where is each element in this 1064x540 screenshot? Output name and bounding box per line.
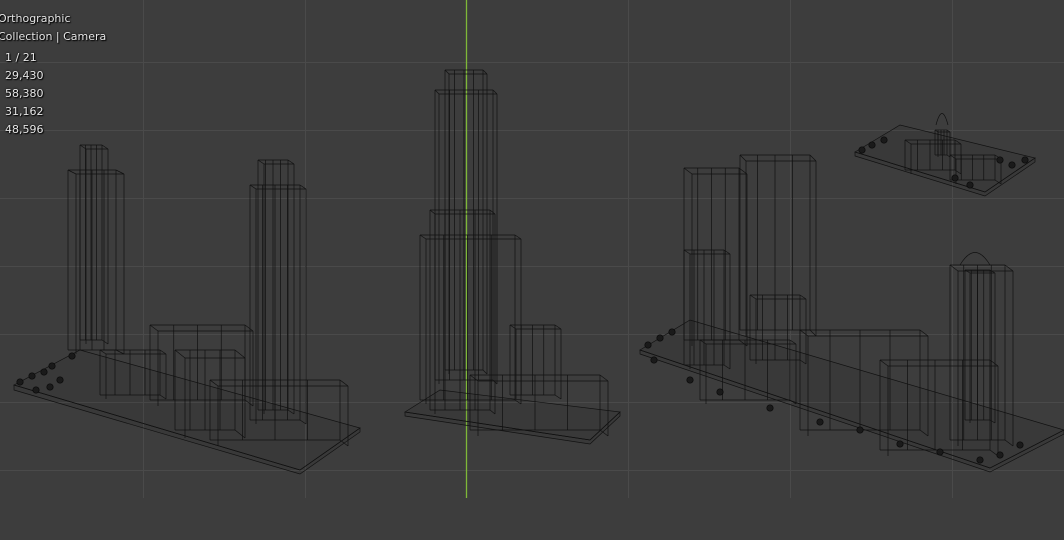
base-plate xyxy=(13,349,361,471)
model-small xyxy=(854,113,1036,197)
cupola xyxy=(935,113,949,126)
tree xyxy=(716,388,724,396)
tree xyxy=(966,181,974,189)
tree xyxy=(858,146,866,154)
viewport-scene xyxy=(0,0,1064,498)
tree xyxy=(28,372,36,380)
tree xyxy=(951,174,959,182)
tree xyxy=(686,376,694,384)
tree xyxy=(996,451,1004,459)
tree xyxy=(936,448,944,456)
tree xyxy=(856,426,864,434)
tree xyxy=(766,404,774,412)
tree xyxy=(48,362,56,370)
tree xyxy=(40,368,48,376)
tree xyxy=(32,386,40,394)
model-right xyxy=(639,154,1064,473)
tree xyxy=(1008,161,1016,169)
tree xyxy=(46,383,54,391)
tree xyxy=(996,156,1004,164)
tree xyxy=(1021,156,1029,164)
side-block xyxy=(509,324,562,400)
tree xyxy=(650,356,658,364)
tree xyxy=(16,378,24,386)
tree xyxy=(56,376,64,384)
tower-mid xyxy=(429,209,496,415)
tree xyxy=(644,341,652,349)
3d-viewport[interactable]: Orthographic Collection | Camera 1 / 21 … xyxy=(0,0,1064,540)
domed-tower-core xyxy=(964,269,996,424)
tower-right xyxy=(739,154,817,337)
model-center xyxy=(404,69,621,445)
tree xyxy=(880,136,888,144)
tree xyxy=(656,334,664,342)
tree xyxy=(68,352,76,360)
tree xyxy=(816,418,824,426)
tower-b xyxy=(249,184,307,425)
tree xyxy=(976,456,984,464)
tower-a xyxy=(67,169,125,355)
dome xyxy=(959,252,991,266)
tree xyxy=(896,440,904,448)
tree xyxy=(1016,441,1024,449)
tree xyxy=(668,328,676,336)
tree xyxy=(868,141,876,149)
tower-left xyxy=(683,167,748,347)
model-left xyxy=(13,144,361,475)
